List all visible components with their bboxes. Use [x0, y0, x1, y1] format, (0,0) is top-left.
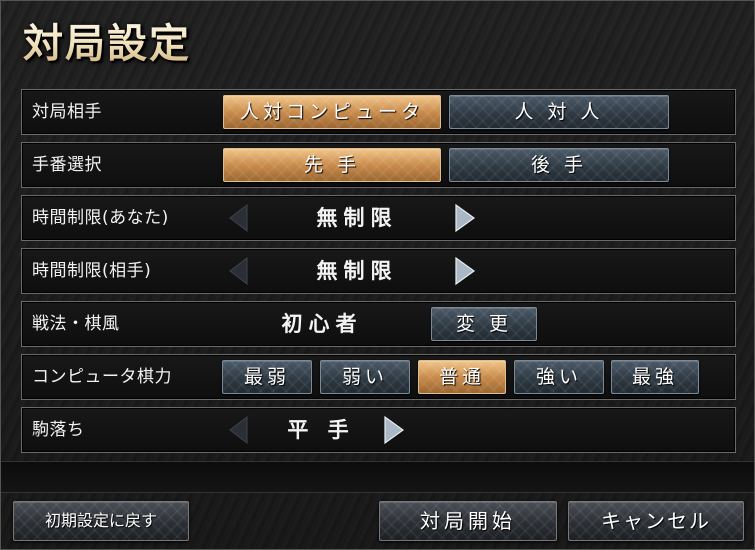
- time-limit-you-value: 無制限: [316, 206, 398, 230]
- strength-strong-button[interactable]: 強い: [514, 360, 604, 394]
- turn-label: 手番選択: [32, 155, 102, 175]
- strength-normal-button[interactable]: 普通: [418, 360, 506, 394]
- handicap-row: 駒落ち 平 手: [21, 407, 736, 453]
- chevron-left-icon[interactable]: [227, 256, 249, 286]
- style-value: 初心者: [281, 312, 363, 336]
- time-limit-opponent-value: 無制限: [316, 259, 398, 283]
- message-bar: [1, 461, 754, 493]
- strength-row: コンピュータ棋力 最弱 弱い 普通 強い 最強: [21, 354, 736, 400]
- first-move-button[interactable]: 先 手: [223, 148, 441, 182]
- change-style-button[interactable]: 変 更: [431, 307, 537, 341]
- chevron-right-icon[interactable]: [383, 415, 405, 445]
- vs-computer-button[interactable]: 人対コンピュータ: [223, 95, 441, 129]
- opponent-label: 対局相手: [32, 102, 102, 122]
- reset-defaults-button[interactable]: 初期設定に戻す: [13, 501, 189, 541]
- page-title: 対局設定: [23, 11, 191, 71]
- handicap-value: 平 手: [287, 418, 355, 442]
- time-limit-opponent-label: 時間制限(相手): [32, 261, 152, 281]
- strength-strongest-button[interactable]: 最強: [611, 360, 699, 394]
- handicap-label: 駒落ち: [32, 420, 85, 440]
- time-limit-opponent-row: 時間制限(相手) 無制限: [21, 248, 736, 294]
- time-limit-you-label: 時間制限(あなた): [32, 208, 169, 228]
- style-row: 戦法・棋風 初心者 変 更: [21, 301, 736, 347]
- vs-human-button[interactable]: 人 対 人: [449, 95, 669, 129]
- chevron-left-icon[interactable]: [227, 203, 249, 233]
- chevron-right-icon[interactable]: [454, 256, 476, 286]
- settings-panel: 対局相手 人対コンピュータ 人 対 人 手番選択 先 手 後 手 時間制限(あな…: [21, 89, 736, 453]
- start-match-button[interactable]: 対局開始: [379, 501, 557, 541]
- second-move-button[interactable]: 後 手: [449, 148, 669, 182]
- strength-label: コンピュータ棋力: [32, 367, 172, 387]
- opponent-row: 対局相手 人対コンピュータ 人 対 人: [21, 89, 736, 135]
- cancel-button[interactable]: キャンセル: [568, 501, 744, 541]
- chevron-right-icon[interactable]: [454, 203, 476, 233]
- strength-weakest-button[interactable]: 最弱: [222, 360, 312, 394]
- turn-row: 手番選択 先 手 後 手: [21, 142, 736, 188]
- strength-weak-button[interactable]: 弱い: [320, 360, 410, 394]
- match-settings-window: 対局設定 対局相手 人対コンピュータ 人 対 人 手番選択 先 手 後 手 時間…: [0, 0, 755, 550]
- time-limit-you-row: 時間制限(あなた) 無制限: [21, 195, 736, 241]
- chevron-left-icon[interactable]: [227, 415, 249, 445]
- style-label: 戦法・棋風: [32, 314, 120, 334]
